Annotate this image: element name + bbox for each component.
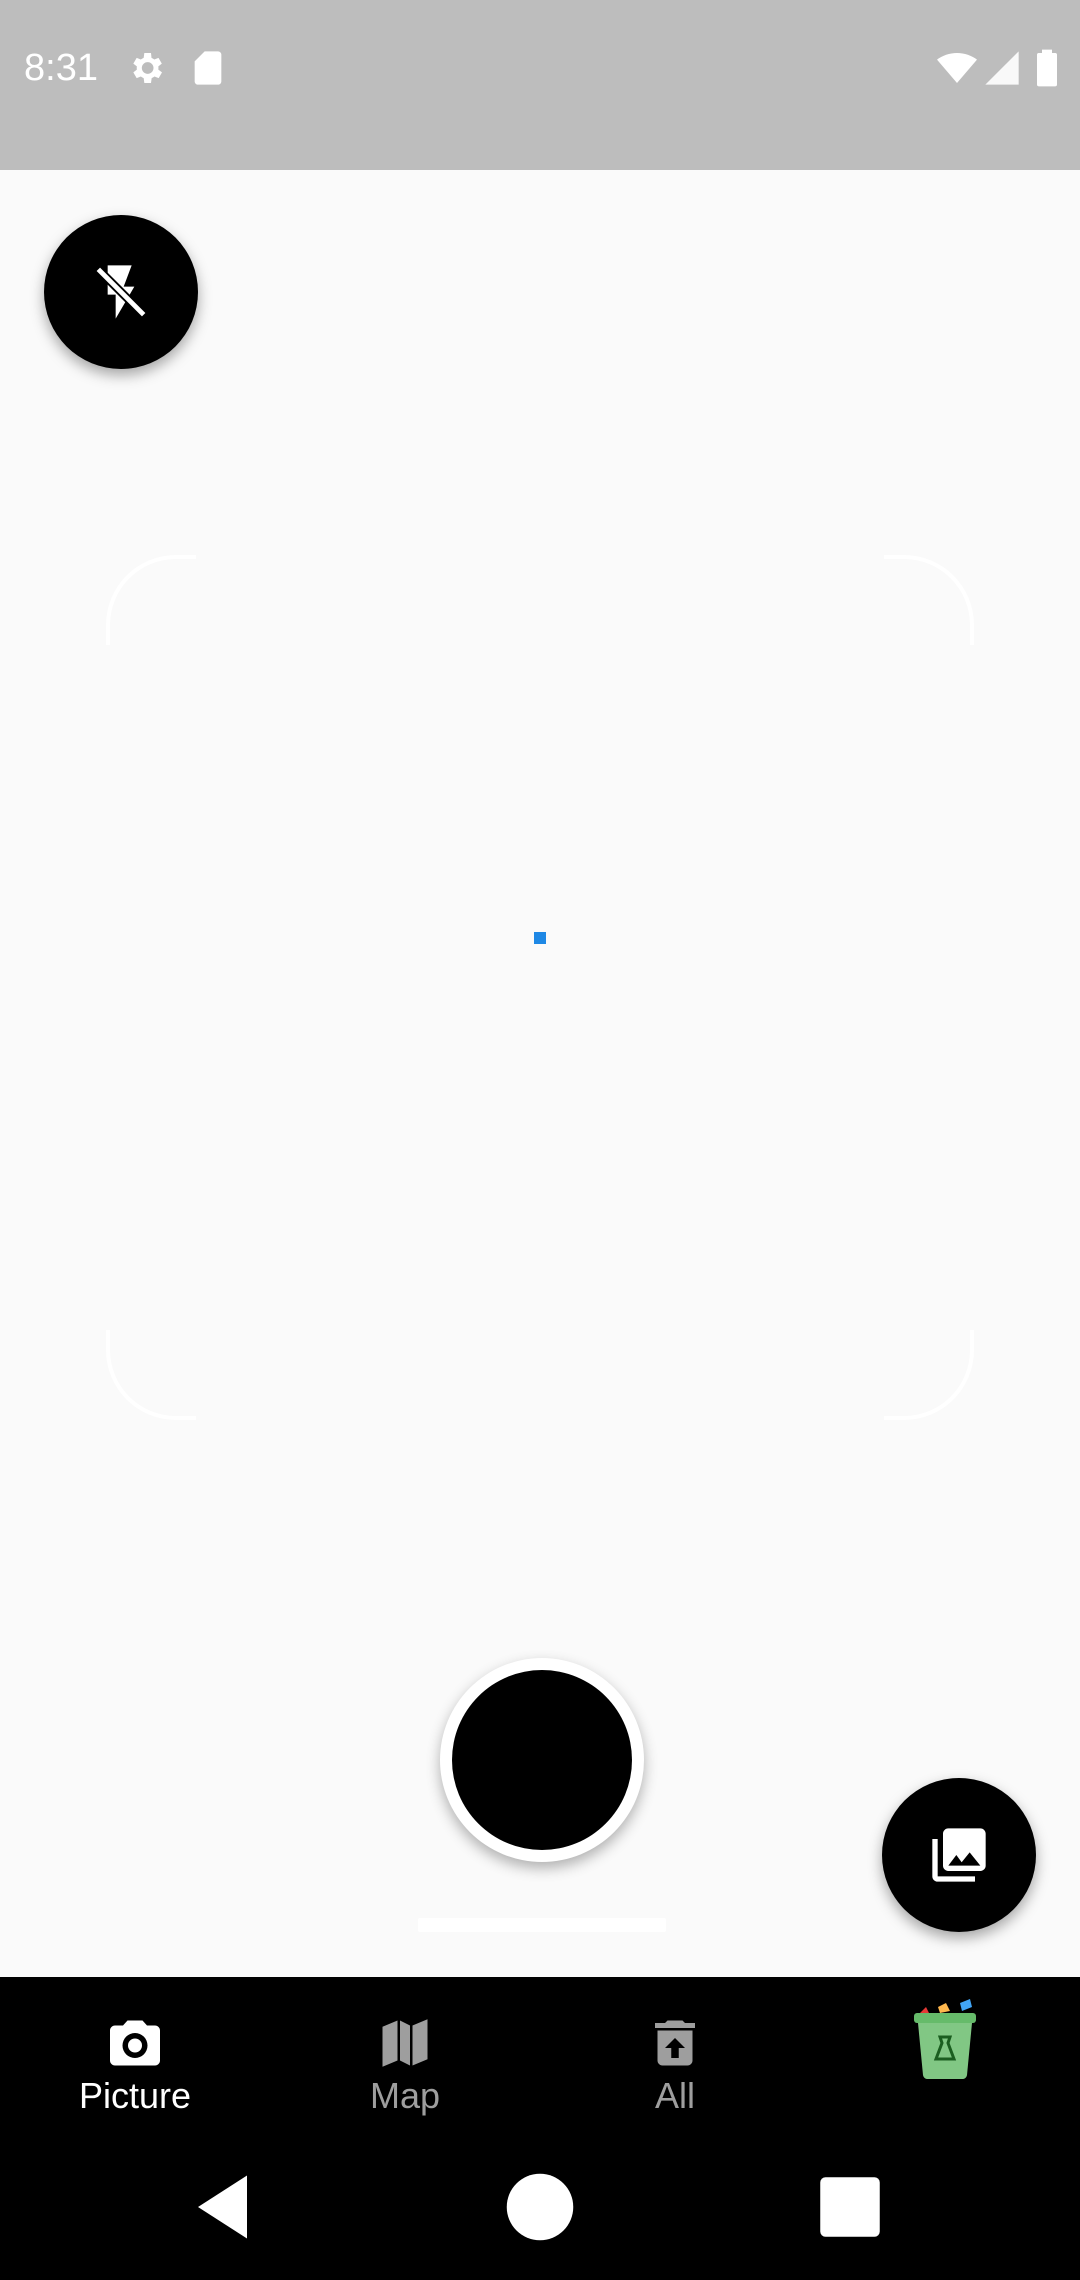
- focus-indicator: [534, 932, 546, 944]
- nav-item-bin[interactable]: [810, 1977, 1080, 2135]
- gallery-button[interactable]: [882, 1778, 1036, 1932]
- home-icon[interactable]: [498, 2165, 582, 2249]
- trash-upload-icon: [645, 2013, 705, 2073]
- status-time: 8:31: [24, 47, 98, 89]
- photo-library-icon: [932, 1828, 986, 1882]
- sd-card-icon: [188, 48, 228, 88]
- recycle-bin-icon: [910, 1999, 980, 2079]
- viewfinder-corner-bottom-left: [106, 1330, 196, 1420]
- flash-off-icon: [95, 265, 147, 319]
- nav-label-picture: Picture: [78, 2075, 192, 2116]
- bottom-navigation: Picture Map All: [0, 1977, 1080, 2135]
- signal-icon: [982, 48, 1022, 88]
- nav-item-map[interactable]: Map: [270, 1977, 540, 2135]
- viewfinder-corner-bottom-right: [884, 1330, 974, 1420]
- viewfinder-corner-top-left: [106, 555, 196, 645]
- shutter-button[interactable]: [440, 1658, 644, 1862]
- flash-toggle-button[interactable]: [44, 215, 198, 369]
- scroll-indicator: [418, 1918, 666, 1932]
- nav-label-map: Map: [369, 2075, 441, 2116]
- shutter-button-inner: [452, 1670, 632, 1850]
- battery-icon: [1032, 48, 1062, 88]
- camera-icon: [105, 2013, 165, 2073]
- recents-icon[interactable]: [808, 2165, 892, 2249]
- settings-icon: [126, 48, 166, 88]
- nav-item-picture[interactable]: Picture: [0, 1977, 270, 2135]
- map-icon: [375, 2013, 435, 2073]
- nav-item-all[interactable]: All: [540, 1977, 810, 2135]
- nav-label-all: All: [654, 2075, 695, 2116]
- back-icon[interactable]: [184, 2165, 268, 2249]
- status-bar: 8:31: [0, 0, 1080, 170]
- system-navigation-bar: [0, 2135, 1080, 2280]
- wifi-icon: [936, 48, 978, 88]
- viewfinder-corner-top-right: [884, 555, 974, 645]
- camera-screen: 8:31 Picture Map All: [0, 0, 1080, 2280]
